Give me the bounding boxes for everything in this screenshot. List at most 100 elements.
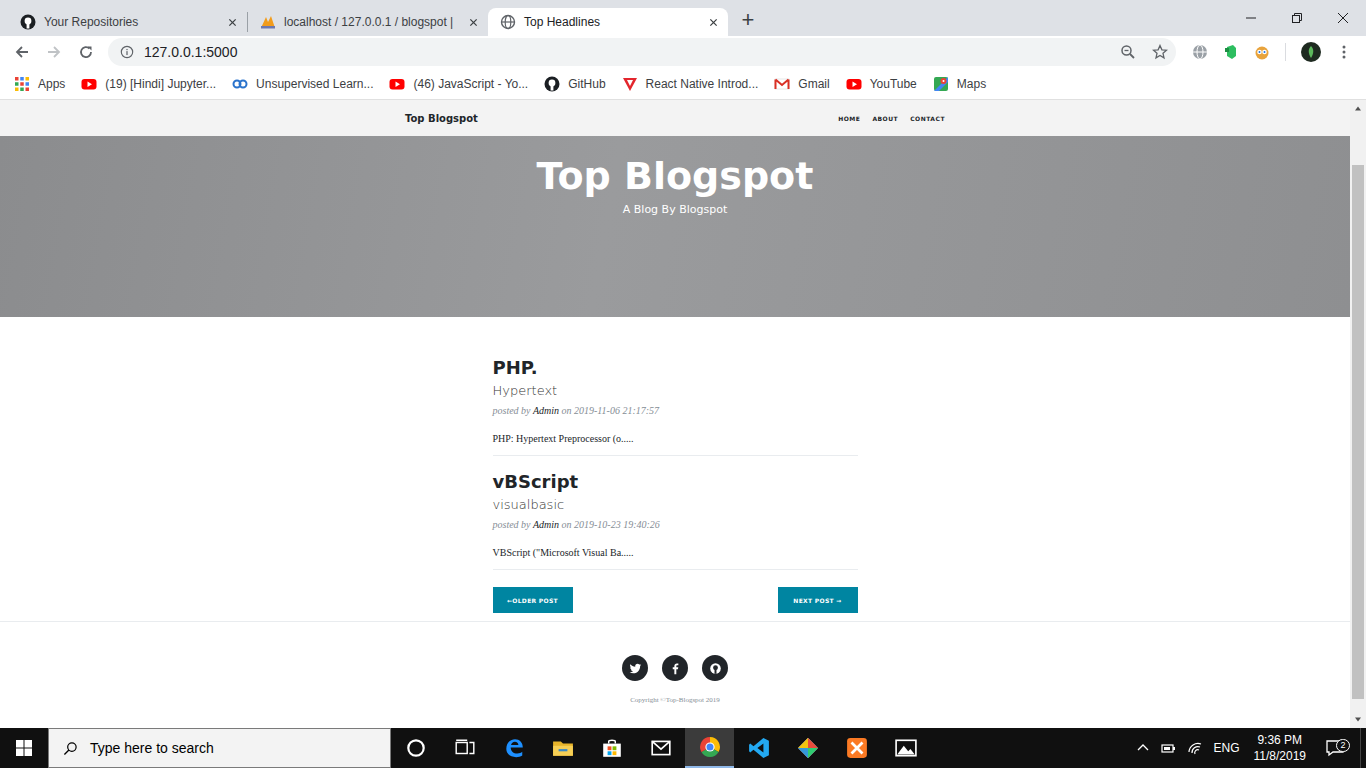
nav-link[interactable]: CONTACT: [910, 115, 945, 122]
apps-grid-icon: [14, 76, 30, 92]
post-preview[interactable]: PHP. Hypertext posted by Admin on 2019-11-…: [493, 357, 858, 456]
bookmark[interactable]: (19) [Hindi] Jupyter...: [73, 70, 224, 98]
bookmark-label: GitHub: [568, 77, 605, 91]
new-tab-button[interactable]: +: [734, 6, 762, 34]
browser-tab[interactable]: Your Repositories: [8, 12, 248, 32]
bookmark-label: Apps: [38, 77, 65, 91]
taskbar-app[interactable]: [685, 728, 734, 768]
post-title[interactable]: vBScript: [493, 471, 858, 493]
action-center-button[interactable]: 2: [1320, 738, 1350, 758]
web-page: Top BlogspotHOMEABOUTCONTACTTop Blogspot…: [0, 100, 1350, 728]
bookmark[interactable]: Gmail: [766, 70, 837, 98]
post-preview[interactable]: vBScriptvisualbasicposted by Admin on 20…: [493, 456, 858, 570]
nav-link[interactable]: HOME: [838, 115, 860, 122]
battery-icon[interactable]: [1161, 740, 1177, 756]
taskbar-app[interactable]: [489, 728, 538, 768]
taskbar-app[interactable]: [832, 728, 881, 768]
bookmark-label: Gmail: [798, 77, 829, 91]
bookmark[interactable]: (46) JavaScript - Yo...: [381, 70, 536, 98]
social-link[interactable]: [662, 655, 688, 681]
github-icon: [20, 14, 36, 30]
zoom-icon[interactable]: [1120, 44, 1136, 60]
bookmark[interactable]: GitHub: [536, 70, 613, 98]
taskbar-app[interactable]: [587, 728, 636, 768]
tutorialspoint-icon: [622, 76, 638, 92]
info-icon[interactable]: [120, 45, 134, 59]
post-meta: posted by Admin on 2019-11-06 21:17:57: [493, 404, 858, 418]
taskbar-search-box[interactable]: Type here to search: [48, 728, 391, 768]
bookmark[interactable]: Unsupervised Learn...: [224, 70, 381, 98]
star-icon[interactable]: [1152, 44, 1168, 60]
post-subtitle: visualbasic: [493, 496, 858, 514]
minimize-icon: [1246, 13, 1256, 23]
taskbar-app[interactable]: [440, 728, 489, 768]
cortana-icon: [405, 737, 427, 759]
browser-tab[interactable]: Top Headlines: [488, 8, 728, 36]
search-placeholder: Type here to search: [90, 740, 214, 756]
system-tray: ENG 9:36 PM11/8/2019 2: [1135, 728, 1366, 768]
browser-window: Your Repositories localhost / 127.0.0.1 /…: [0, 0, 1366, 728]
vscode-icon: [748, 737, 770, 759]
reload-button[interactable]: [70, 38, 102, 66]
social-link[interactable]: [622, 655, 648, 681]
address-bar[interactable]: 127.0.0.1:5000: [108, 38, 1176, 66]
back-button[interactable]: [6, 38, 38, 66]
close-tab-icon[interactable]: [469, 18, 478, 27]
bookmark[interactable]: YouTube: [838, 70, 925, 98]
post-author[interactable]: Admin: [533, 405, 559, 416]
bookmark[interactable]: React Native Introd...: [614, 70, 767, 98]
post-subtitle: Hypertext: [493, 382, 858, 400]
social-link[interactable]: [702, 655, 728, 681]
post-excerpt: PHP: Hypertext Preprocessor (o.....: [493, 432, 858, 446]
clock[interactable]: 9:36 PM11/8/2019: [1250, 732, 1311, 764]
browser-tab[interactable]: localhost / 127.0.0.1 / blogspot |: [248, 8, 488, 36]
input-language[interactable]: ENG: [1213, 741, 1239, 755]
taskbar-app[interactable]: [636, 728, 685, 768]
windows-logo-icon: [16, 740, 32, 756]
taskbar-app[interactable]: [881, 728, 930, 768]
restore-icon: [1292, 13, 1302, 23]
taskbar-app[interactable]: [783, 728, 832, 768]
bookmark-label: Unsupervised Learn...: [256, 77, 373, 91]
profile-avatar-icon[interactable]: [1301, 42, 1321, 62]
site-brand[interactable]: Top Blogspot: [405, 113, 478, 124]
evernote-extension-icon[interactable]: [1223, 44, 1239, 60]
scroll-up-icon[interactable]: [1350, 100, 1366, 117]
menu-dots-icon[interactable]: [1336, 44, 1352, 60]
bookmark[interactable]: Maps: [925, 70, 994, 98]
file-explorer-icon: [552, 737, 574, 759]
phpmyadmin-icon: [260, 14, 276, 30]
youtube-icon: [846, 76, 862, 92]
scrollbar-thumb[interactable]: [1352, 165, 1364, 700]
close-tab-icon[interactable]: [228, 18, 237, 27]
show-hidden-icons-icon[interactable]: [1135, 740, 1151, 756]
forward-button[interactable]: [38, 38, 70, 66]
bookmark-label: Maps: [957, 77, 986, 91]
nav-link[interactable]: ABOUT: [872, 115, 898, 122]
tab-label: Your Repositories: [44, 15, 216, 29]
next-post-button[interactable]: NEXT POST →: [778, 587, 858, 613]
site-navbar: Top Blogspot HOME ABOUT CONTACT: [0, 100, 1350, 136]
taskbar-app[interactable]: [538, 728, 587, 768]
older-post-button[interactable]: ←OLDER POST: [493, 587, 573, 613]
owl-extension-icon[interactable]: [1254, 44, 1270, 60]
page-scrollbar[interactable]: [1350, 100, 1366, 728]
restore-button[interactable]: [1274, 0, 1320, 36]
post-author[interactable]: Admin: [533, 519, 559, 530]
edge-icon: [503, 737, 525, 759]
show-desktop-button[interactable]: [1360, 728, 1366, 768]
translate-extension-icon[interactable]: [1192, 44, 1208, 60]
minimize-button[interactable]: [1228, 0, 1274, 36]
taskbar-app[interactable]: [391, 728, 440, 768]
scrollbar-track: [1350, 117, 1366, 711]
header-banner: Top BlogspotA Blog By Blogspot: [0, 136, 1350, 317]
close-tab-icon[interactable]: [709, 18, 718, 27]
taskbar-app[interactable]: [734, 728, 783, 768]
post-title[interactable]: PHP.: [493, 357, 858, 379]
close-window-button[interactable]: [1320, 0, 1366, 36]
bookmark[interactable]: Apps: [6, 70, 73, 98]
bookmark-label: (46) JavaScript - Yo...: [413, 77, 528, 91]
scroll-down-icon[interactable]: [1350, 711, 1366, 728]
wifi-icon[interactable]: [1187, 740, 1203, 756]
start-button[interactable]: [0, 728, 48, 768]
